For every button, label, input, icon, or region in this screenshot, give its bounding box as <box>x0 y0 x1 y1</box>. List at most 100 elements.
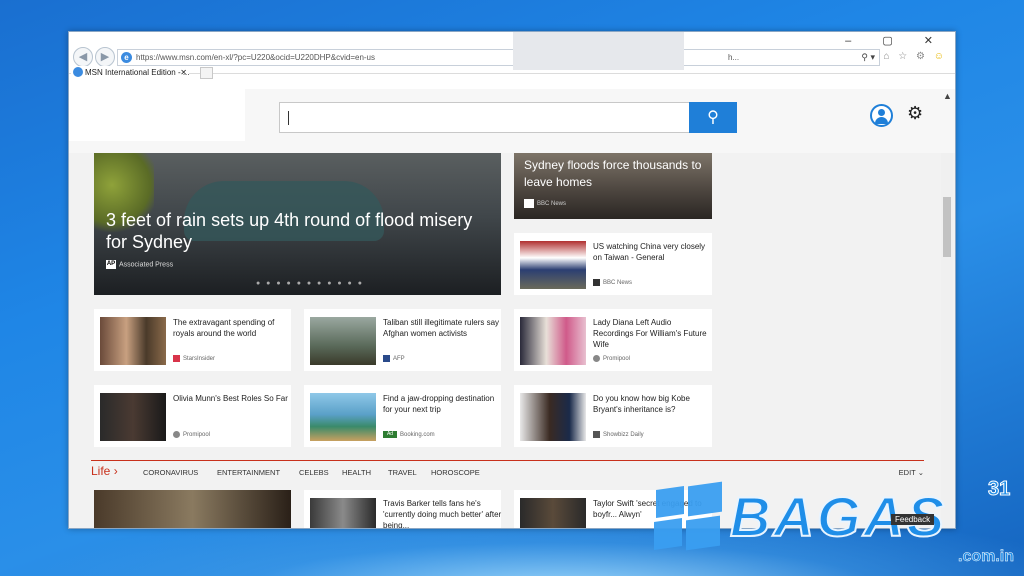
news-card[interactable]: Do you know how big Kobe Bryant's inheri… <box>514 385 712 447</box>
address-url: https://www.msn.com/en-xl/?pc=U220&ocid=… <box>136 53 375 62</box>
card-source: Ad Booking.com <box>383 431 435 438</box>
edit-label: EDIT <box>898 468 916 477</box>
card-headline[interactable]: Olivia Munn's Best Roles So Far <box>173 393 293 404</box>
card-thumbnail <box>520 317 586 365</box>
card-thumbnail <box>520 241 586 289</box>
nav-item[interactable]: HOROSCOPE <box>431 468 480 477</box>
redacted-area <box>513 32 684 70</box>
card-source-label: Showbizz Daily <box>603 432 644 439</box>
card-thumbnail <box>520 498 586 528</box>
source-icon <box>593 279 600 286</box>
life-title[interactable]: Life › <box>91 464 118 478</box>
search-button[interactable]: ⚲ <box>689 102 737 133</box>
card-source-label: StarsInsider <box>183 356 216 363</box>
browser-toolbar: ◀ ▶ e https://www.msn.com/en-xl/?pc=U220… <box>69 32 955 80</box>
address-tail: h... <box>728 53 740 62</box>
secondary-title[interactable]: Sydney floods force thousands to leave h… <box>524 157 709 191</box>
window-controls[interactable]: – ▢ ✕ <box>845 34 947 47</box>
msn-page: ⚲ ⚙ ▲ 3 feet of rain sets up 4th round o… <box>69 89 955 528</box>
secondary-source-label: BBC News <box>537 201 567 208</box>
card-source-label: BBC News <box>603 280 633 287</box>
news-card[interactable]: The extravagant spending of royals aroun… <box>94 309 291 371</box>
search-dropdown-icon[interactable]: ⚲ ▾ <box>861 50 875 65</box>
new-tab-button[interactable] <box>200 67 213 79</box>
nav-item[interactable]: TRAVEL <box>388 468 417 477</box>
windows-logo-icon <box>648 481 726 554</box>
feedback-button[interactable]: Feedback <box>891 514 935 525</box>
card-thumbnail <box>100 393 166 441</box>
ie-icon: e <box>121 52 132 63</box>
card-headline[interactable]: US watching China very closely on Taiwan… <box>593 241 713 263</box>
browser-window: ◀ ▶ e https://www.msn.com/en-xl/?pc=U220… <box>68 31 956 529</box>
secondary-story[interactable]: Sydney floods force thousands to leave h… <box>514 153 712 219</box>
logo-area <box>69 89 245 141</box>
carousel-dots[interactable]: ● ● ● ● ● ● ● ● ● ● ● <box>256 280 364 287</box>
hero-source-label: Associated Press <box>119 261 174 269</box>
news-card[interactable]: Find a jaw-dropping destination for your… <box>304 385 501 447</box>
bbc-badge <box>524 199 534 208</box>
nav-item[interactable]: CELEBS <box>299 468 329 477</box>
browser-tab[interactable]: MSN International Edition - ... ✕ <box>71 66 190 80</box>
gear-icon[interactable]: ⚙ <box>907 103 923 124</box>
address-bar[interactable]: e https://www.msn.com/en-xl/?pc=U220&oci… <box>117 49 880 66</box>
card-headline[interactable]: Lady Diana Left Audio Recordings For Wil… <box>593 317 713 350</box>
smiley-icon[interactable]: ☺ <box>934 51 947 62</box>
source-icon <box>593 355 600 362</box>
hero-story[interactable]: 3 feet of rain sets up 4th round of floo… <box>94 153 501 295</box>
card-source: AFP <box>383 355 405 362</box>
news-card[interactable]: Taliban still illegitimate rulers say Af… <box>304 309 501 371</box>
scrollbar-thumb[interactable] <box>943 197 951 257</box>
watermark: BAGAS 31 .com.in Feedback <box>648 478 1024 576</box>
toolbar-icons[interactable]: ⌂ ☆ ⚙ ☺ <box>883 51 947 62</box>
hero-source: AP Associated Press <box>106 260 173 269</box>
source-icon <box>383 355 390 362</box>
forward-button[interactable]: ▶ <box>95 47 115 67</box>
watermark-domain: .com.in <box>958 548 1015 566</box>
card-thumbnail <box>310 498 376 528</box>
nav-item[interactable]: CORONAVIRUS <box>143 468 198 477</box>
hero-title[interactable]: 3 feet of rain sets up 4th round of floo… <box>106 209 496 253</box>
card-source-label: Booking.com <box>400 432 435 439</box>
magnifier-icon: ⚲ <box>707 109 719 126</box>
watermark-number: 31 <box>987 478 1011 501</box>
card-headline[interactable]: Find a jaw-dropping destination for your… <box>383 393 503 415</box>
source-icon <box>173 355 180 362</box>
search-input[interactable] <box>279 102 737 133</box>
news-card[interactable]: US watching China very closely on Taiwan… <box>514 233 712 295</box>
news-card[interactable]: Olivia Munn's Best Roles So Far Promipoo… <box>94 385 291 447</box>
card-source: StarsInsider <box>173 355 215 362</box>
card-thumbnail <box>310 393 376 441</box>
card-source: Promipool <box>593 355 630 362</box>
edit-button[interactable]: EDIT ⌄ <box>899 468 924 477</box>
card-headline[interactable]: Taliban still illegitimate rulers say Af… <box>383 317 503 339</box>
tab-title: MSN International Edition - ... <box>85 68 190 77</box>
card-thumbnail <box>520 393 586 441</box>
secondary-source: BBC News <box>524 199 566 208</box>
scrollbar[interactable] <box>941 153 953 528</box>
user-icon[interactable] <box>870 104 893 127</box>
life-title-label: Life <box>91 464 111 478</box>
news-card[interactable]: Travis Barker tells fans he's 'currently… <box>304 490 503 528</box>
section-divider <box>91 460 924 461</box>
card-thumbnail <box>310 317 376 365</box>
card-headline[interactable]: Do you know how big Kobe Bryant's inheri… <box>593 393 713 415</box>
back-button[interactable]: ◀ <box>73 47 93 67</box>
tab-close-icon[interactable]: ✕ <box>180 66 187 80</box>
scroll-up-icon[interactable]: ▲ <box>943 91 952 101</box>
card-thumbnail <box>100 317 166 365</box>
card-headline[interactable]: Travis Barker tells fans he's 'currently… <box>383 498 503 528</box>
news-card[interactable] <box>94 490 291 528</box>
source-icon <box>593 431 600 438</box>
nav-item[interactable]: HEALTH <box>342 468 371 477</box>
nav-item[interactable]: ENTERTAINMENT <box>217 468 280 477</box>
card-source-label: Promipool <box>603 356 631 363</box>
card-source: Showbizz Daily <box>593 431 644 438</box>
ap-badge: AP <box>106 260 116 269</box>
msn-header: ⚲ ⚙ ▲ <box>69 89 955 153</box>
ad-badge: Ad <box>383 431 397 438</box>
text-caret <box>288 111 289 125</box>
tab-ie-icon <box>73 67 83 77</box>
card-headline[interactable]: The extravagant spending of royals aroun… <box>173 317 293 339</box>
news-card[interactable]: Lady Diana Left Audio Recordings For Wil… <box>514 309 712 371</box>
card-source: Promipool <box>173 431 210 438</box>
